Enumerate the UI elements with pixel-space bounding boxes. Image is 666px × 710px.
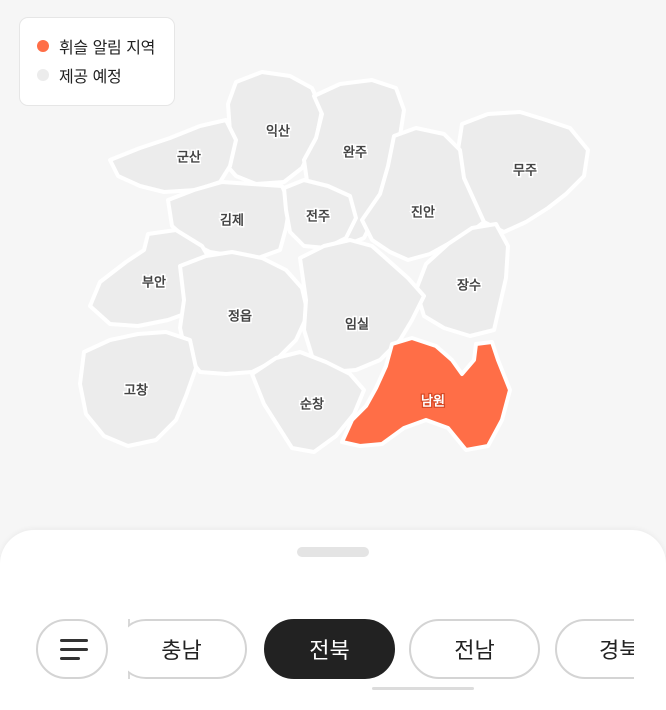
planned-dot-icon — [37, 69, 49, 81]
legend-item-planned: 제공 예정 — [37, 65, 174, 86]
filter-button[interactable] — [36, 619, 108, 679]
map-legend: 휘슬 알림 지역 제공 예정 — [19, 17, 175, 106]
province-chip-list[interactable]: 충남 전북 전남 경북 — [128, 619, 634, 681]
alert-dot-icon — [37, 40, 49, 52]
chip-chungnam[interactable]: 충남 — [128, 619, 247, 679]
filter-lines-icon-bottom — [60, 657, 80, 660]
label-buan: 부안 — [142, 275, 166, 291]
label-wanju: 완주 — [343, 146, 367, 161]
label-gochang: 고창 — [124, 383, 148, 399]
filter-lines-icon-middle — [60, 648, 88, 651]
label-sunchang: 순창 — [300, 397, 324, 413]
label-iksan: 익산 — [266, 124, 290, 140]
chip-jeonbuk[interactable]: 전북 — [264, 619, 395, 679]
sheet-drag-handle[interactable] — [297, 547, 369, 557]
legend-item-alert: 휘슬 알림 지역 — [37, 36, 174, 57]
label-jeonju: 전주 — [306, 209, 330, 225]
label-muju: 무주 — [513, 164, 537, 179]
label-jinan: 진안 — [411, 205, 435, 221]
bottom-sheet: 충남 전북 전남 경북 — [0, 530, 666, 710]
region-gunsan[interactable] — [108, 118, 238, 194]
legend-label-alert: 휘슬 알림 지역 — [59, 38, 156, 57]
chip-jeonnam[interactable]: 전남 — [409, 619, 540, 679]
label-jangsu: 장수 — [457, 278, 481, 294]
label-gunsan: 군산 — [177, 150, 201, 166]
legend-label-planned: 제공 예정 — [59, 67, 122, 86]
filter-lines-icon — [60, 639, 88, 642]
label-jeongeup: 정읍 — [228, 309, 252, 325]
chip-gyeongbuk[interactable]: 경북 — [555, 619, 634, 679]
label-imsil: 임실 — [345, 317, 369, 333]
label-namwon: 남원 — [421, 394, 445, 410]
label-gimje: 김제 — [220, 214, 244, 229]
